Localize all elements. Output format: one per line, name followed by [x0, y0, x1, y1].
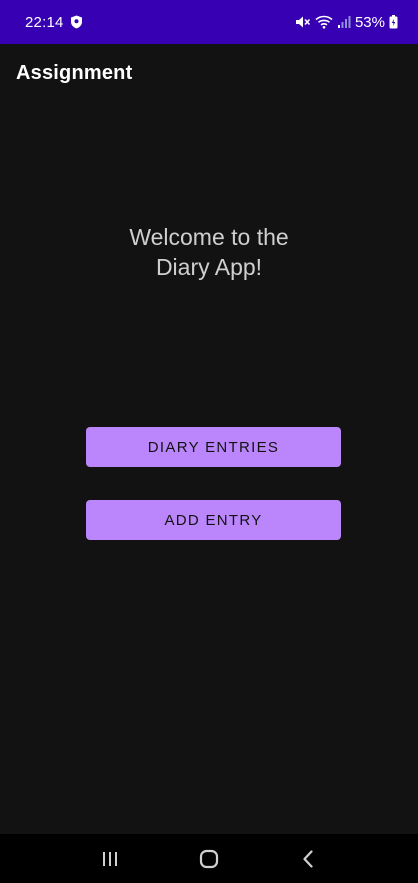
welcome-line-1: Welcome to the: [129, 224, 289, 250]
battery-percentage: 53%: [354, 13, 385, 31]
app-title: Assignment: [16, 61, 133, 84]
app-screen: 22:14 53% Assignment Welcome to the Diar…: [0, 0, 418, 883]
welcome-line-2: Diary App!: [155, 254, 263, 280]
status-time: 22:14: [25, 13, 64, 31]
app-bar: Assignment: [0, 44, 418, 102]
status-left: 22:14: [25, 14, 83, 31]
add-entry-button[interactable]: ADD ENTRY: [86, 500, 341, 540]
navigation-bar: [0, 834, 418, 883]
shield-icon: [70, 15, 83, 29]
wifi-icon: [315, 15, 333, 29]
status-bar: 22:14 53%: [0, 0, 418, 44]
back-icon[interactable]: [288, 839, 328, 879]
signal-icon: [337, 15, 351, 29]
home-icon[interactable]: [189, 839, 229, 879]
diary-entries-button[interactable]: DIARY ENTRIES: [86, 427, 341, 467]
status-right: 53%: [295, 14, 398, 31]
battery-icon: [389, 15, 398, 29]
welcome-message: Welcome to the Diary App!: [0, 222, 418, 282]
recent-apps-icon[interactable]: [90, 839, 130, 879]
mute-icon: [295, 15, 311, 29]
